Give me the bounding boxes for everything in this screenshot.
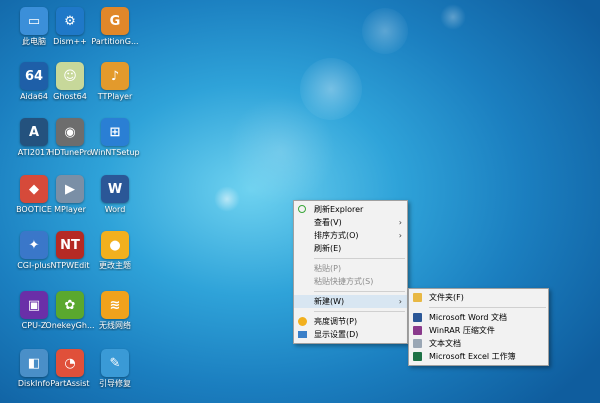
context-menu-item[interactable]: 排序方式(O) › xyxy=(294,229,407,242)
context-menu-item[interactable]: 刷新Explorer xyxy=(294,203,407,216)
context-menu-item[interactable]: 显示设置(D) xyxy=(294,328,407,341)
display-icon xyxy=(298,331,307,338)
context-menu-item-label: 刷新Explorer xyxy=(314,205,364,214)
wallpaper-bubble xyxy=(362,8,408,54)
new-submenu-item[interactable]: Microsoft Excel 工作簿 xyxy=(409,350,548,363)
new-submenu: 文件夹(F) Microsoft Word 文档 WinRAR 压缩文件 文本文档 Mi… xyxy=(408,288,549,366)
excel-doc-icon xyxy=(413,352,422,361)
brightness-icon xyxy=(298,317,307,326)
desktop-icon-label: Word xyxy=(104,205,126,214)
new-submenu-item[interactable]: Microsoft Word 文档 xyxy=(409,311,548,324)
mplayer-icon: ▶ xyxy=(56,175,84,203)
desktop-icon-label: TTPlayer xyxy=(97,92,133,101)
new-submenu-item-label: WinRAR 压缩文件 xyxy=(429,326,495,335)
desktop-icon[interactable]: W Word xyxy=(85,172,145,228)
pacman-icon: ● xyxy=(101,231,129,259)
context-menu-item[interactable]: 查看(V) › xyxy=(294,216,407,229)
context-menu-item[interactable]: 粘贴快捷方式(S) xyxy=(294,275,407,288)
wallpaper-bubble xyxy=(440,4,466,30)
desktop-icon-label: WinNTSetup xyxy=(90,148,140,157)
context-menu-item-label: 查看(V) xyxy=(314,218,342,227)
context-menu-item-label: 显示设置(D) xyxy=(314,330,359,339)
menu-separator xyxy=(429,307,546,308)
context-menu-item[interactable]: 亮度调节(P) xyxy=(294,315,407,328)
harddisk-icon: ◉ xyxy=(56,118,84,146)
desktop-icon[interactable]: ♪ TTPlayer xyxy=(85,59,145,115)
context-menu-item-label: 粘贴快捷方式(S) xyxy=(314,277,374,286)
new-submenu-item-label: Microsoft Word 文档 xyxy=(429,313,508,322)
word-icon: W xyxy=(101,175,129,203)
desktop-icon[interactable]: ● 更改主题 xyxy=(85,228,145,284)
context-menu-item-label: 新建(W) xyxy=(314,297,345,306)
desktop-context-menu: 刷新Explorer 查看(V) › 排序方式(O) › 刷新(E) 粘贴(P) 粘贴快捷方式… xyxy=(293,200,408,344)
wallpaper-bubble xyxy=(214,186,240,212)
onekeyghost-icon: ✿ xyxy=(56,291,84,319)
context-menu-item[interactable]: 粘贴(P) xyxy=(294,262,407,275)
context-menu-item-label: 刷新(E) xyxy=(314,244,342,253)
wifi-icon: ≋ xyxy=(101,291,129,319)
refresh-icon xyxy=(298,205,306,213)
desktop-icon-label: PartitionG... xyxy=(91,37,139,46)
winrar-icon xyxy=(413,326,422,335)
desktop[interactable]: ▭ 此电脑 ⚙ Dism++ G PartitionG... 64 Aida64 ☺ Ghost6… xyxy=(0,0,600,403)
ghost-icon: ☺ xyxy=(56,62,84,90)
chevron-right-icon: › xyxy=(398,297,402,306)
ttplayer-icon: ♪ xyxy=(101,62,129,90)
wallpaper-bubble xyxy=(226,96,336,206)
menu-separator xyxy=(314,291,405,292)
context-menu-item-label: 粘贴(P) xyxy=(314,264,342,273)
menu-separator xyxy=(314,311,405,312)
gear-icon: ⚙ xyxy=(56,7,84,35)
new-submenu-item-label: 文件夹(F) xyxy=(429,293,464,302)
ntpwedit-icon: NT xyxy=(56,231,84,259)
partassist-icon: ◔ xyxy=(56,349,84,377)
context-menu-item-label: 亮度调节(P) xyxy=(314,317,358,326)
new-submenu-item[interactable]: 文件夹(F) xyxy=(409,291,548,304)
new-submenu-item[interactable]: 文本文档 xyxy=(409,337,548,350)
context-menu-item[interactable]: 新建(W) › xyxy=(294,295,407,308)
desktop-icon[interactable]: ✎ 引导修复 xyxy=(85,346,145,402)
desktop-icon[interactable]: ⊞ WinNTSetup xyxy=(85,115,145,171)
new-submenu-item-label: 文本文档 xyxy=(429,339,461,348)
folder-icon xyxy=(413,293,422,302)
chevron-right-icon: › xyxy=(398,218,402,227)
desktop-icon-label: 更改主题 xyxy=(99,261,131,270)
text-doc-icon xyxy=(413,339,422,348)
partition-guru-icon: G xyxy=(101,7,129,35)
windows-icon: ⊞ xyxy=(101,118,129,146)
desktop-icon[interactable]: ≋ 无线网络 xyxy=(85,288,145,344)
desktop-icon[interactable]: G PartitionG... xyxy=(85,4,145,60)
wrench-icon: ✎ xyxy=(101,349,129,377)
menu-separator xyxy=(314,258,405,259)
desktop-icon-label: 无线网络 xyxy=(99,321,131,330)
new-submenu-item-label: Microsoft Excel 工作簿 xyxy=(429,352,516,361)
chevron-right-icon: › xyxy=(398,231,402,240)
word-doc-icon xyxy=(413,313,422,322)
context-menu-item[interactable]: 刷新(E) xyxy=(294,242,407,255)
wallpaper-bubble xyxy=(300,58,362,120)
new-submenu-item[interactable]: WinRAR 压缩文件 xyxy=(409,324,548,337)
desktop-icon-label: 引导修复 xyxy=(99,379,131,388)
context-menu-item-label: 排序方式(O) xyxy=(314,231,359,240)
